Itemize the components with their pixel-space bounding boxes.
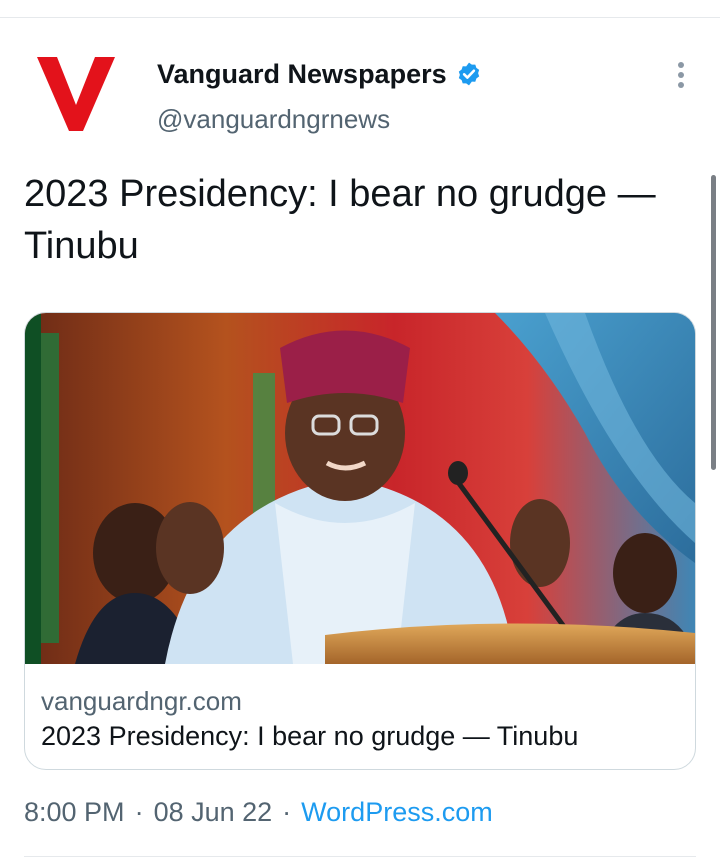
scrollbar[interactable]: [711, 175, 716, 470]
more-vertical-icon: [678, 62, 684, 88]
vanguard-logo: [37, 57, 115, 131]
card-domain: vanguardngr.com: [41, 686, 242, 716]
author-handle[interactable]: @vanguardngrnews: [157, 103, 390, 135]
tweet-meta: 8:00 PM · 08 Jun 22 · WordPress.com: [24, 795, 493, 829]
tweet-text: 2023 Presidency: I bear no grudge — Tinu…: [24, 173, 656, 267]
author-name-text: Vanguard Newspapers: [157, 59, 447, 89]
top-divider: [0, 17, 720, 18]
card-title: 2023 Presidency: I bear no grudge — Tinu…: [41, 721, 579, 751]
bottom-divider: [24, 856, 696, 857]
card-image: [25, 313, 695, 664]
avatar[interactable]: [26, 55, 126, 137]
more-options-button[interactable]: [666, 57, 696, 93]
tweet-time[interactable]: 8:00 PM: [24, 795, 125, 829]
link-card[interactable]: vanguardngr.com 2023 Presidency: I bear …: [24, 312, 696, 770]
verified-badge-icon: [458, 62, 479, 86]
meta-separator: ·: [282, 797, 292, 827]
tweet-source-link[interactable]: WordPress.com: [301, 795, 493, 829]
meta-separator: ·: [134, 797, 144, 827]
tweet-date[interactable]: 08 Jun 22: [154, 795, 273, 829]
author-name[interactable]: Vanguard Newspapers: [157, 57, 482, 91]
